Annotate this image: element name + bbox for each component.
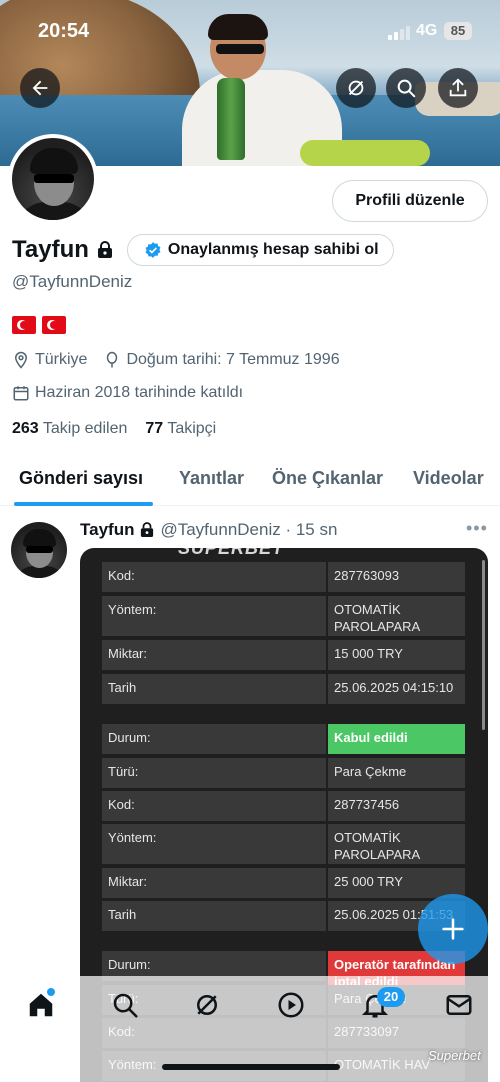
post-author-name[interactable]: Tayfun xyxy=(80,520,134,540)
lock-icon xyxy=(141,522,154,537)
signal-icon xyxy=(388,26,410,40)
bio-flags xyxy=(12,316,66,334)
watermark: Superbet xyxy=(428,1048,481,1063)
nav-grok[interactable] xyxy=(192,990,222,1020)
post-header: Tayfun @TayfunnDeniz · 15 sn xyxy=(80,520,337,540)
status-badge: Kabul edildi xyxy=(328,724,465,754)
table-label: Tarih xyxy=(102,901,326,931)
profile-handle: @TayfunnDeniz xyxy=(12,272,133,291)
grok-button[interactable] xyxy=(336,68,376,108)
table-label: Kod: xyxy=(102,791,326,821)
table-value: 25 000 TRY xyxy=(328,868,465,898)
table-value: Para Çekme xyxy=(328,758,465,788)
turkey-flag-icon xyxy=(42,316,66,334)
tab-videos[interactable]: Videolar xyxy=(413,468,484,489)
search-icon xyxy=(113,993,138,1018)
nav-messages[interactable] xyxy=(444,990,474,1020)
edit-profile-button[interactable]: Profili düzenle xyxy=(332,180,488,222)
table-value: 25.06.2025 04:15:10 xyxy=(328,674,465,704)
joined-text: Haziran 2018 tarihinde katıldı xyxy=(35,384,244,401)
profile-tabs: Gönderi sayısı Yanıtlar Öne Çıkanlar Vid… xyxy=(0,456,500,506)
following-link[interactable]: 263 Takip edilen xyxy=(12,420,127,438)
back-button[interactable] xyxy=(20,68,60,108)
grok-icon xyxy=(348,80,364,96)
grok-icon xyxy=(197,995,217,1015)
table-value: OTOMATİK PAROLAPARA xyxy=(328,824,465,864)
share-button[interactable] xyxy=(438,68,478,108)
location-icon xyxy=(14,351,28,369)
verified-badge-icon xyxy=(145,242,161,258)
following-count: 263 xyxy=(12,420,39,437)
avatar-image xyxy=(12,138,94,220)
following-label: Takip edilen xyxy=(42,420,128,437)
profile-meta: Türkiye Doğum tarihi: 7 Temmuz 1996 xyxy=(12,351,340,369)
banner-legs xyxy=(300,140,430,166)
share-icon xyxy=(449,78,467,97)
table-label: Yöntem: xyxy=(102,824,326,864)
play-icon xyxy=(278,992,304,1018)
table-label: Tarih xyxy=(102,674,326,704)
lock-icon xyxy=(97,241,112,258)
balloon-icon xyxy=(107,351,118,368)
home-indicator xyxy=(162,1064,340,1070)
name-row: Tayfun Onaylanmış hesap sahibi ol xyxy=(12,234,394,266)
post-more-icon[interactable]: ••• xyxy=(466,518,488,539)
messages-icon xyxy=(446,995,472,1015)
status-bar: 20:54 4G 85 xyxy=(0,0,500,62)
search-icon xyxy=(397,79,416,98)
banner-bottle xyxy=(217,78,245,160)
search-button[interactable] xyxy=(386,68,426,108)
followers-label: Takipçi xyxy=(167,420,217,437)
post-avatar[interactable] xyxy=(11,522,67,578)
active-tab-indicator xyxy=(14,502,153,506)
tab-posts[interactable]: Gönderi sayısı xyxy=(19,468,143,489)
get-verified-button[interactable]: Onaylanmış hesap sahibi ol xyxy=(126,234,394,266)
follow-stats: 263 Takip edilen 77 Takipçi xyxy=(12,420,216,438)
post-handle-time: @TayfunnDeniz · 15 sn xyxy=(160,520,338,539)
table-label: Miktar: xyxy=(102,868,326,898)
nav-search[interactable] xyxy=(110,990,140,1020)
followers-link[interactable]: 77 Takipçi xyxy=(145,420,216,438)
home-unread-dot xyxy=(47,988,55,996)
birthday-text: Doğum tarihi: 7 Temmuz 1996 xyxy=(126,351,340,368)
followers-count: 77 xyxy=(145,420,164,437)
location-text: Türkiye xyxy=(35,351,88,368)
compose-button[interactable] xyxy=(418,894,488,964)
profile-avatar[interactable] xyxy=(8,134,98,224)
table-label: Miktar: xyxy=(102,640,326,670)
joined-row: Haziran 2018 tarihinde katıldı xyxy=(12,384,243,402)
status-time: 20:54 xyxy=(38,20,90,42)
table-value: 287763093 xyxy=(328,562,465,592)
media-scrollbar xyxy=(482,560,485,730)
table-label: Durum: xyxy=(102,724,326,754)
nav-videos[interactable] xyxy=(276,990,306,1020)
table-label: Yöntem: xyxy=(102,596,326,636)
get-verified-label: Onaylanmış hesap sahibi ol xyxy=(167,241,379,258)
media-logo: SUPERBET xyxy=(178,548,285,558)
calendar-icon xyxy=(13,386,29,401)
display-name: Tayfun xyxy=(12,236,89,263)
network-type: 4G xyxy=(416,22,438,39)
tab-replies[interactable]: Yanıtlar xyxy=(179,468,244,489)
table-value: OTOMATİK PAROLAPARA xyxy=(328,596,465,636)
turkey-flag-icon xyxy=(12,316,36,334)
plus-icon xyxy=(442,918,464,940)
table-value: 287737456 xyxy=(328,791,465,821)
bottom-navigation: 20 Superbet xyxy=(0,976,500,1082)
table-value: 15 000 TRY xyxy=(328,640,465,670)
table-label: Türü: xyxy=(102,758,326,788)
tab-highlights[interactable]: Öne Çıkanlar xyxy=(272,468,383,489)
arrow-left-icon xyxy=(32,80,48,96)
table-label: Kod: xyxy=(102,562,326,592)
notification-badge: 20 xyxy=(377,987,405,1007)
battery-icon: 85 xyxy=(444,22,472,40)
